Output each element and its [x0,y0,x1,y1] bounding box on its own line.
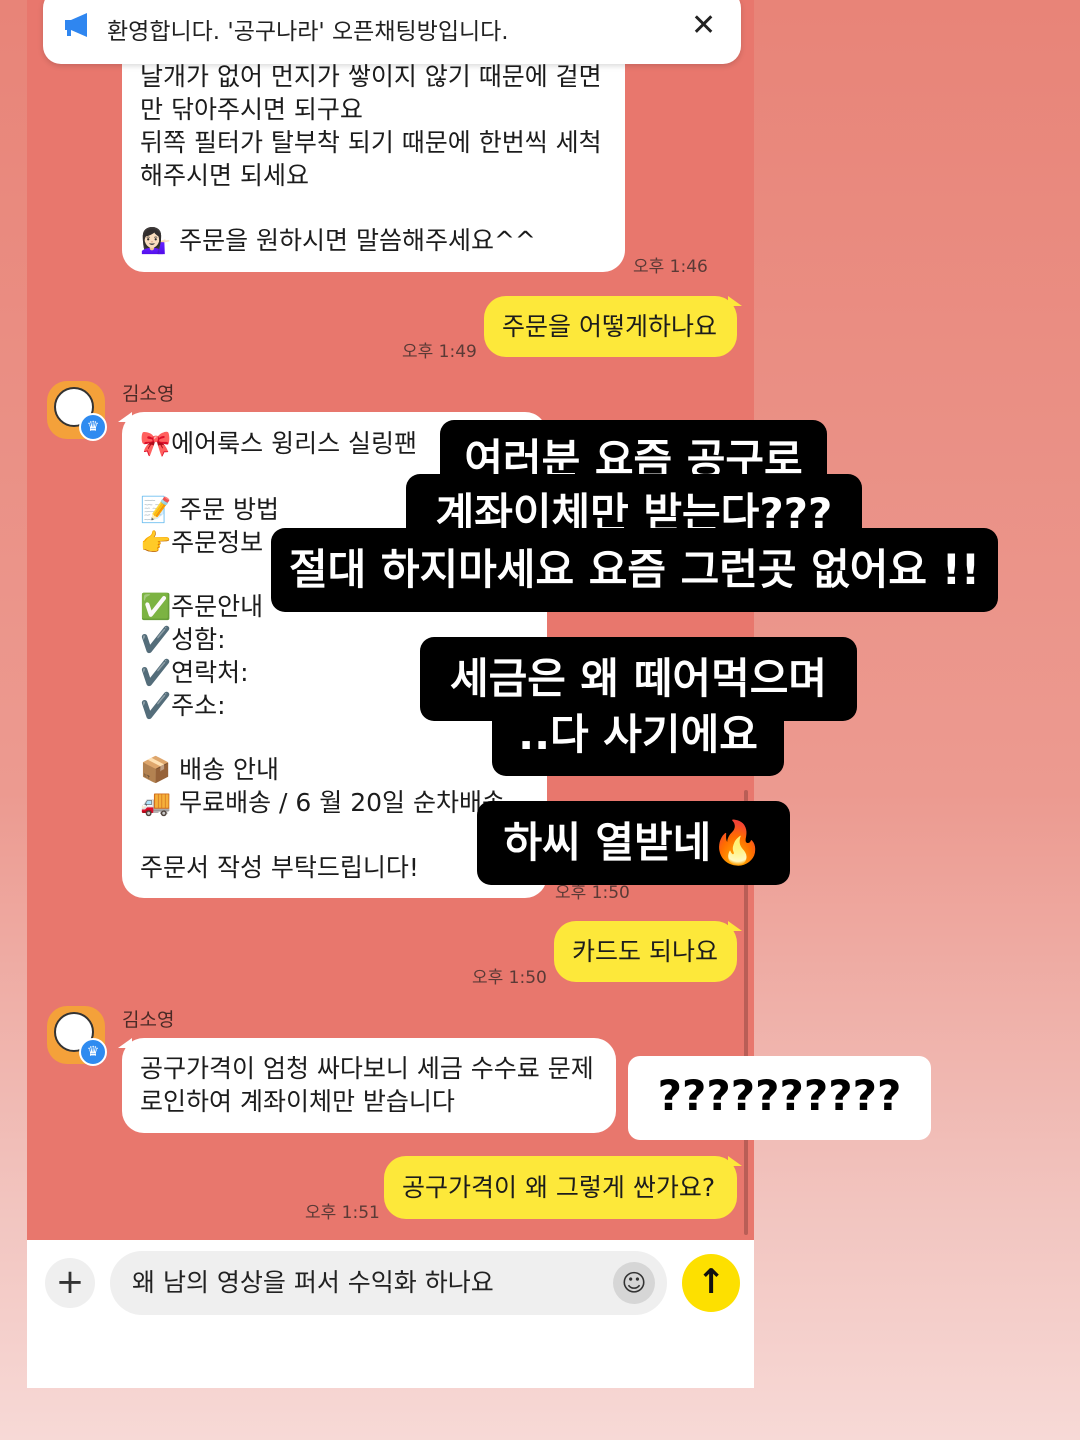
my-message-bubble: 공구가격이 왜 그렇게 싼가요? [384,1156,737,1219]
message-line: ✔️주소: [140,691,226,720]
message-line: 💁🏻‍♀️ 주문을 원하시면 말씀해주세요^^ [140,226,536,255]
crown-badge-icon: ♛ [79,413,107,441]
my-message-bubble: 주문을 어떻게하나요 [484,296,737,357]
avatar[interactable]: ♛ [47,381,107,441]
caption-line: ..다 사기에요 [492,700,784,776]
message-text: 주문을 어떻게하나요 [502,312,717,341]
message-time: 오후 1:49 [402,342,477,362]
message-line: 날개가 없어 먼지가 쌓이지 않기 때문에 겉면 [140,62,602,91]
caption-line: 하씨 열받네🔥 [477,801,790,885]
message-bubble: 공구가격이 엄청 싸다보니 세금 수수료 문제 로인하여 계좌이체만 받습니다 [122,1038,616,1133]
emoji-icon[interactable]: ☺ [613,1262,655,1304]
close-icon[interactable]: ✕ [691,8,716,43]
message-time: 오후 1:51 [305,1203,380,1223]
my-message-bubble: 카드도 되나요 [554,921,737,982]
avatar[interactable]: ♛ [47,1006,107,1066]
caption-line: 절대 하지마세요 요즘 그런곳 없어요 !! [271,528,998,612]
message-line: 📦 배송 안내 [140,755,280,784]
notice-banner[interactable]: 환영합니다. '공구나라' 오픈채팅방입니다. ✕ [43,0,741,64]
send-button[interactable]: ↑ [682,1254,740,1312]
crown-badge-icon: ♛ [79,1038,107,1066]
bubble-tail [728,296,742,306]
message-text: 카드도 되나요 [572,937,718,966]
notice-text: 환영합니다. '공구나라' 오픈채팅방입니다. [107,19,509,45]
megaphone-icon [65,13,87,37]
plus-button[interactable]: + [45,1258,95,1308]
message-line: 공구가격이 엄청 싸다보니 세금 수수료 문제 [140,1054,594,1083]
sender-name: 김소영 [122,383,175,405]
bubble-tail [728,1156,742,1166]
message-line: 🎀에어룩스 윙리스 실링팬 [140,429,418,458]
message-bubble: 날개가 없어 먼지가 쌓이지 않기 때문에 겉면 만 닦아주시면 되구요 뒤쪽 … [122,40,625,272]
message-line: 로인하여 계좌이체만 받습니다 [140,1087,455,1116]
message-input[interactable]: 왜 남의 영상을 퍼서 수익화 하나요 [110,1251,667,1315]
message-line: 🚚 무료배송 / 6 월 20일 순차배송 [140,788,505,817]
question-marks-caption: ?????????? [628,1056,931,1140]
message-line: ✔️성함: [140,625,226,654]
message-text: 공구가격이 왜 그렇게 싼가요? [402,1173,716,1202]
message-line: 주문서 작성 부탁드립니다! [140,853,419,882]
message-line: 👉주문정보 [140,528,264,557]
bubble-tail [728,921,742,931]
message-line: ✅주문안내 [140,592,264,621]
message-line: 해주시면 되세요 [140,161,309,190]
message-line: 뒤쪽 필터가 탈부착 되기 때문에 한번씩 세척 [140,128,602,157]
message-time: 오후 1:50 [472,968,547,988]
message-line: ✔️연락처: [140,658,249,687]
sender-name: 김소영 [122,1009,175,1031]
message-line: 📝 주문 방법 [140,495,280,524]
message-line: 만 닦아주시면 되구요 [140,95,363,124]
message-time: 오후 1:46 [633,257,708,277]
